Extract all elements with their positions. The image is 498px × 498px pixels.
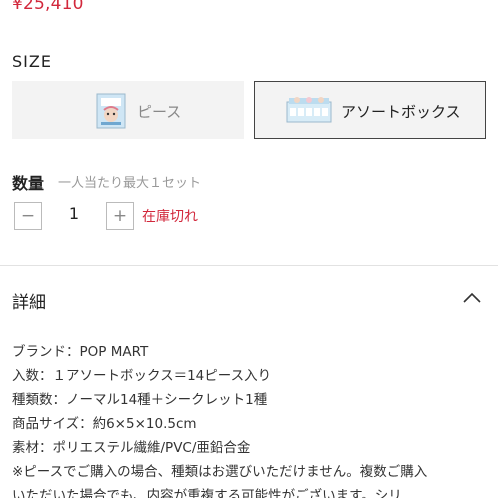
detail-line-size: 商品サイズ：約6×5×10.5cm [12,416,197,432]
quantity-label: 数量 [12,174,45,193]
details-list: ブランド：POP MART 入数：１アソートボックス＝14ピース入り 種類数：ノ… [12,340,492,498]
size-option-piece[interactable]: ピース [12,81,244,139]
plus-icon: + [112,206,128,226]
stock-status: 在庫切れ [142,209,198,225]
detail-line-note-cont: いただいた場合でも、内容が重複する可能性がございます。シリ [12,488,402,498]
size-label: SIZE [12,52,52,71]
detail-line-note: ※ピースでご購入の場合、種類はお選びいただけません。複数ご購入 [12,464,428,480]
assort-box-thumbnail-icon [286,97,332,123]
detail-line-quantity: 入数：１アソートボックス＝14ピース入り [12,368,272,384]
piece-thumbnail-icon [96,93,126,129]
detail-line-material: 素材：ポリエステル繊維/PVC/亜鉛合金 [12,440,251,456]
details-heading[interactable]: 詳細 [12,288,46,313]
chevron-up-icon[interactable] [461,290,483,304]
product-price: ¥25,410 [12,0,84,14]
quantity-limit-note: 一人当たり最大１セット [58,176,202,191]
size-option-label: ピース [137,103,182,121]
detail-line-variants: 種類数：ノーマル14種＋シークレット1種 [12,392,268,408]
size-option-assort-box[interactable]: アソートボックス [254,81,486,139]
quantity-value[interactable]: 1 [60,204,88,223]
minus-icon: − [20,206,36,226]
section-divider [0,265,498,266]
size-option-label: アソートボックス [341,103,461,121]
detail-line-brand: ブランド：POP MART [12,344,149,360]
quantity-decrease-button[interactable]: − [14,202,42,230]
quantity-increase-button[interactable]: + [106,202,134,230]
